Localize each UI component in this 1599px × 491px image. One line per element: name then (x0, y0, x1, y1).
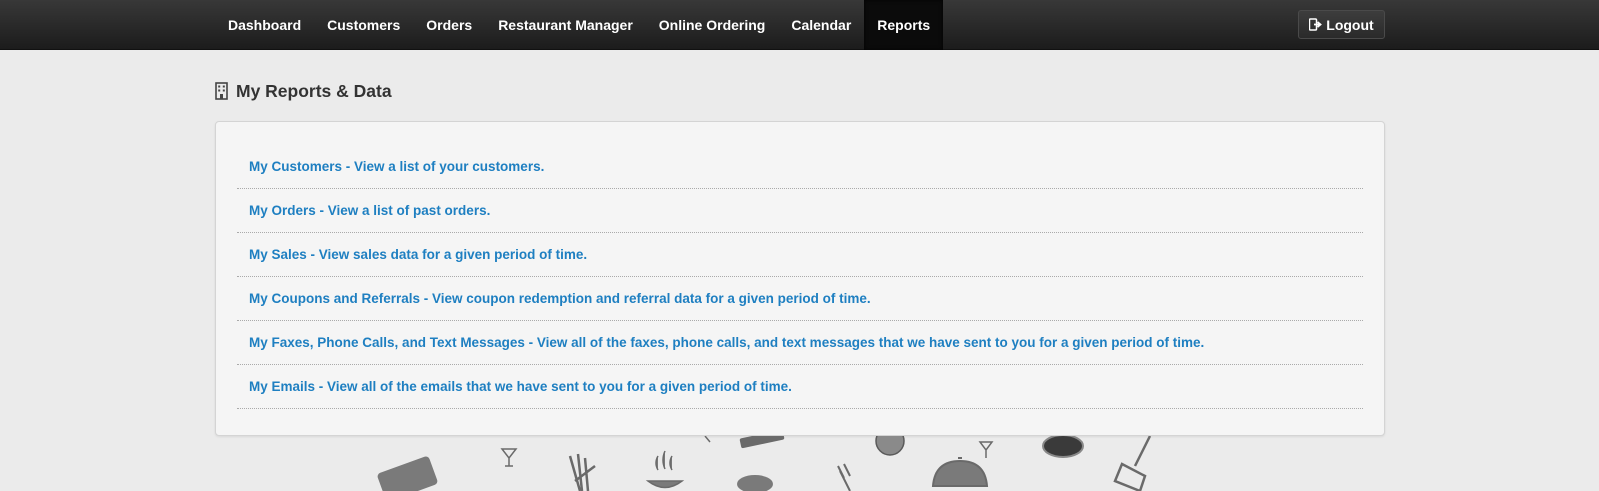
nav-item-online-ordering[interactable]: Online Ordering (646, 0, 779, 50)
page-title-text: My Reports & Data (236, 80, 392, 101)
logout-label: Logout (1326, 16, 1374, 33)
nav-item-dashboard[interactable]: Dashboard (215, 0, 314, 50)
report-link-customers[interactable]: My Customers - View a list of your custo… (237, 145, 1363, 189)
nav-item-orders[interactable]: Orders (413, 0, 485, 50)
spatula-icon (739, 436, 785, 449)
report-link-orders[interactable]: My Orders - View a list of past orders. (237, 189, 1363, 233)
report-link-sales[interactable]: My Sales - View sales data for a given p… (237, 233, 1363, 277)
report-link-emails[interactable]: My Emails - View all of the emails that … (237, 365, 1363, 409)
nav-item-reports[interactable]: Reports (864, 0, 944, 50)
page-title: My Reports & Data (215, 79, 392, 103)
dish-icon (1042, 436, 1084, 458)
report-link-faxes-calls-texts[interactable]: My Faxes, Phone Calls, and Text Messages… (237, 321, 1363, 365)
nav-item-customers[interactable]: Customers (314, 0, 413, 50)
martini-glass-icon (500, 448, 518, 467)
reports-panel: My Customers - View a list of your custo… (215, 121, 1385, 436)
utensils-icon (568, 453, 596, 491)
food-illustration-background (377, 436, 1152, 491)
wine-glass-icon (978, 441, 994, 458)
whisk-icon (704, 436, 711, 443)
report-link-coupons-referrals[interactable]: My Coupons and Referrals - View coupon r… (237, 277, 1363, 321)
pizza-icon (875, 436, 905, 456)
masher-icon (1113, 436, 1152, 491)
cutting-board-icon (377, 456, 438, 491)
top-navbar: Dashboard Customers Orders Restaurant Ma… (0, 0, 1599, 50)
logout-icon (1309, 18, 1323, 31)
nav-item-restaurant-manager[interactable]: Restaurant Manager (485, 0, 646, 50)
steam-bowl-icon (645, 450, 685, 489)
nav-menu: Dashboard Customers Orders Restaurant Ma… (215, 0, 944, 50)
nav-item-calendar[interactable]: Calendar (778, 0, 864, 50)
plate-icon (737, 475, 773, 491)
logout-button[interactable]: Logout (1298, 10, 1385, 39)
fork-icon (837, 463, 851, 491)
building-icon (215, 82, 228, 100)
cloche-icon (931, 457, 989, 487)
